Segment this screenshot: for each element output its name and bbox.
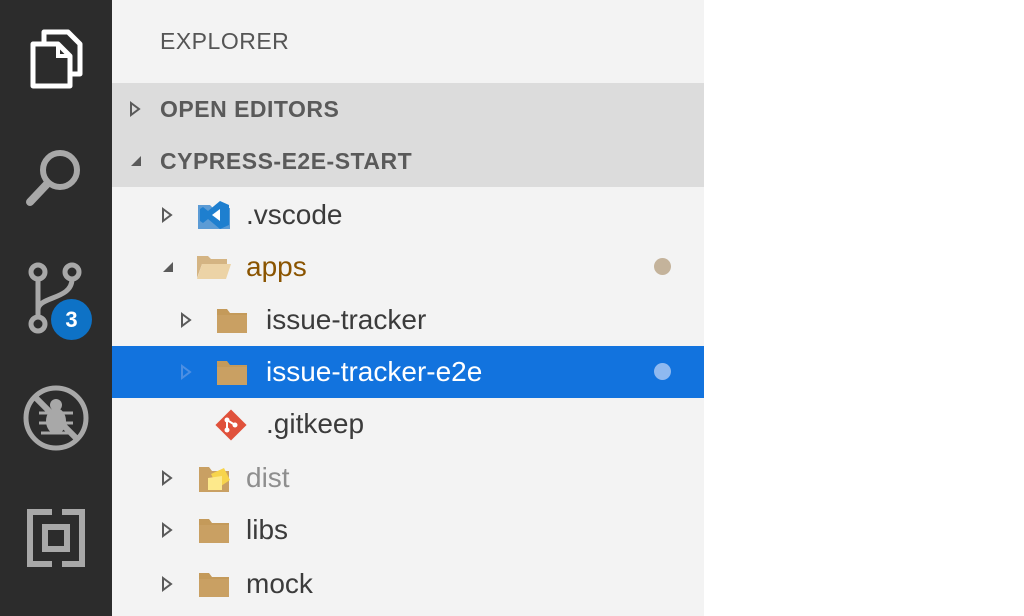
tree-item-label: mock: [246, 568, 313, 599]
debug-activity[interactable]: [0, 378, 112, 458]
tree-item-label: libs: [246, 514, 289, 545]
tree-item-issue-tracker[interactable]: issue-tracker: [112, 294, 704, 346]
activity-bar: 3: [0, 0, 112, 616]
debug-icon: [23, 385, 89, 451]
tree-item-dist[interactable]: dist: [112, 452, 704, 504]
chevron-right-icon: [162, 470, 173, 486]
workspace-label: CYPRESS-E2E-START: [160, 147, 413, 174]
git-file-icon: [215, 409, 247, 441]
chevron-right-icon: [162, 207, 173, 223]
folder-icon: [199, 519, 229, 543]
chevron-right-icon: [181, 364, 192, 380]
files-icon: [30, 29, 83, 89]
chevron-down-icon: [131, 156, 141, 166]
workspace-section[interactable]: CYPRESS-E2E-START: [112, 135, 704, 187]
tree-item-apps[interactable]: apps: [112, 241, 704, 293]
chevron-right-icon: [162, 576, 173, 592]
folder-icon: [217, 361, 247, 385]
chevron-down-icon: [163, 262, 173, 272]
modified-dot: [654, 258, 671, 275]
dist-folder-icon: [199, 467, 230, 492]
tree-item-libs[interactable]: libs: [112, 504, 704, 556]
tree-item-label: apps: [246, 251, 307, 282]
tree-item-label: dist: [246, 462, 290, 493]
tree-item-vscode[interactable]: .vscode: [112, 189, 704, 241]
explorer-sidebar: EXPLORER OPEN EDITORS CYPRESS-E2E-START …: [112, 0, 704, 616]
chevron-right-icon: [130, 101, 141, 117]
open-editors-label: OPEN EDITORS: [160, 95, 340, 122]
folder-icon: [217, 309, 247, 333]
open-editors-section[interactable]: OPEN EDITORS: [112, 83, 704, 135]
tree-item-issue-tracker-e2e[interactable]: issue-tracker-e2e: [112, 346, 704, 398]
tree-item-label: issue-tracker: [266, 304, 427, 335]
extensions-icon: [27, 508, 85, 568]
extensions-activity[interactable]: [0, 498, 112, 578]
tree-item-gitkeep[interactable]: .gitkeep: [112, 398, 704, 450]
chevron-right-icon: [181, 312, 192, 328]
tree-item-label: .vscode: [246, 199, 343, 230]
vscode-folder-icon: [198, 201, 230, 229]
explorer-title: EXPLORER: [160, 28, 290, 54]
chevron-right-icon: [162, 522, 173, 538]
search-activity[interactable]: [0, 138, 112, 218]
tree-item-label: .gitkeep: [266, 408, 365, 439]
search-icon: [26, 150, 80, 206]
tree-item-mock[interactable]: mock: [112, 558, 704, 610]
modified-dot: [654, 363, 671, 380]
folder-open-icon: [197, 256, 231, 279]
folder-icon: [199, 573, 229, 597]
explorer-activity[interactable]: [0, 20, 112, 100]
tree-item-label: issue-tracker-e2e: [266, 356, 483, 387]
scm-badge: 3: [51, 299, 92, 340]
